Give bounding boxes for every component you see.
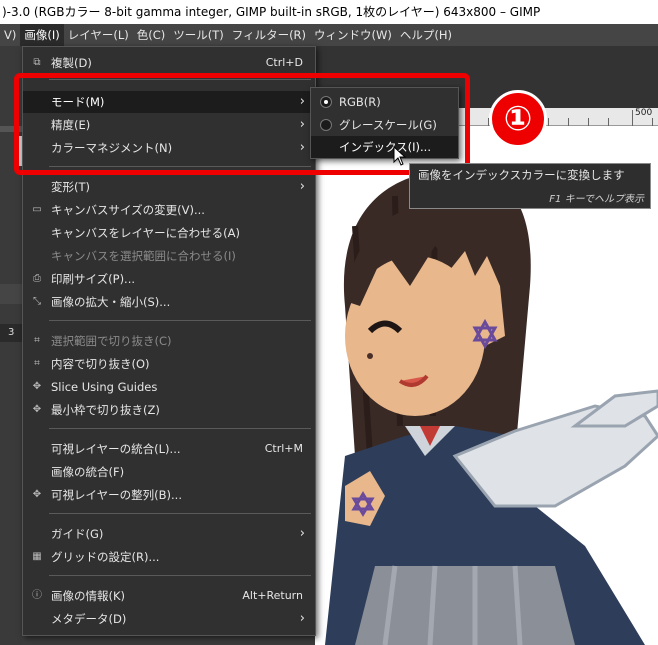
plugin-icon: ✥ (32, 404, 42, 415)
menu-item-flatten[interactable]: 画像の統合(F) (23, 461, 315, 483)
menu-item-label: 変形(T) (51, 180, 90, 194)
menu-item-label: グリッドの設定(R)... (51, 550, 160, 564)
menu-item-label: Slice Using Guides (51, 380, 158, 394)
canvas-size-icon: ▭ (32, 204, 42, 215)
menu-item-label: 複製(D) (51, 56, 92, 70)
scale-icon: ⤡ (33, 296, 41, 307)
menu-item-accel: Ctrl+D (265, 56, 303, 69)
menu-item-zealous-crop[interactable]: ✥ 最小枠で切り抜き(Z) (23, 399, 315, 421)
menu-tools[interactable]: ツール(T) (169, 24, 228, 46)
menu-item-fit-canvas-layers[interactable]: キャンバスをレイヤーに合わせる(A) (23, 222, 315, 244)
menu-colors[interactable]: 色(C) (133, 24, 170, 46)
mouse-cursor-icon (393, 146, 407, 166)
menu-bar: V) 画像(I) レイヤー(L) 色(C) ツール(T) フィルター(R) ウィ… (0, 24, 658, 46)
menu-item-merge-visible[interactable]: 可視レイヤーの統合(L)... Ctrl+M (23, 438, 315, 460)
menu-item-image-properties[interactable]: ⓘ 画像の情報(K) Alt+Return (23, 585, 315, 607)
menu-item-label: 画像の統合(F) (51, 465, 125, 479)
chevron-right-icon: › (299, 526, 305, 541)
menu-windows[interactable]: ウィンドウ(W) (310, 24, 396, 46)
menu-item-label: 印刷サイズ(P)... (51, 272, 136, 286)
menu-filters[interactable]: フィルター(R) (228, 24, 310, 46)
menu-item-accel: Alt+Return (242, 589, 303, 602)
menu-item-crop-to-selection: ⌗ 選択範囲で切り抜き(C) (23, 330, 315, 352)
menu-layer[interactable]: レイヤー(L) (64, 24, 133, 46)
step-number-badge: ① (489, 90, 547, 148)
printer-icon: ⎙ (33, 273, 41, 284)
menu-item-label: キャンバスをレイヤーに合わせる(A) (51, 226, 240, 240)
info-icon: ⓘ (32, 590, 42, 601)
menu-item-duplicate[interactable]: ⧉ 複製(D) Ctrl+D (23, 52, 315, 74)
dock-number-box[interactable]: 3 (0, 324, 22, 342)
menu-separator (49, 428, 311, 429)
menu-view-partial[interactable]: V) (0, 24, 20, 46)
menu-item-configure-grid[interactable]: ▦ グリッドの設定(R)... (23, 546, 315, 568)
window-title: )-3.0 (RGBカラー 8-bit gamma integer, GIMP … (0, 0, 658, 24)
plugin-icon: ✥ (32, 489, 42, 500)
menu-item-label: キャンバスサイズの変更(V)... (51, 203, 205, 217)
ruler-label: 500 (635, 108, 653, 118)
menu-separator (49, 320, 311, 321)
menu-item-label: 可視レイヤーの統合(L)... (51, 442, 181, 456)
menu-item-canvas-size[interactable]: ▭ キャンバスサイズの変更(V)... (23, 199, 315, 221)
menu-item-label: 画像の情報(K) (51, 589, 126, 603)
tooltip-help: F1 キーでヘルプ表示 (549, 194, 644, 205)
duplicate-icon: ⧉ (33, 57, 41, 68)
tooltip: 画像をインデックスカラーに変換します F1 キーでヘルプ表示 (409, 163, 651, 209)
menu-item-label: 可視レイヤーの整列(B)... (51, 488, 182, 502)
menu-item-transform[interactable]: 変形(T) › (23, 176, 315, 198)
crop-icon: ⌗ (34, 358, 40, 369)
menu-item-label: 画像の拡大・縮小(S)... (51, 295, 171, 309)
menu-separator (49, 513, 311, 514)
menu-item-label: 選択範囲で切り抜き(C) (51, 334, 172, 348)
menu-item-metadata[interactable]: メタデータ(D) › (23, 608, 315, 630)
chevron-right-icon: › (299, 179, 305, 194)
menu-item-guides[interactable]: ガイド(G) › (23, 523, 315, 545)
horizontal-ruler[interactable]: 500 (458, 108, 658, 126)
menu-item-crop-to-content[interactable]: ⌗ 内容で切り抜き(O) (23, 353, 315, 375)
menu-item-slice-using-guides[interactable]: ✥ Slice Using Guides (23, 376, 315, 398)
menu-help[interactable]: ヘルプ(H) (396, 24, 456, 46)
grid-icon: ▦ (32, 551, 42, 562)
menu-item-print-size[interactable]: ⎙ 印刷サイズ(P)... (23, 268, 315, 290)
tooltip-text: 画像をインデックスカラーに変換します (418, 168, 625, 182)
menu-item-scale-image[interactable]: ⤡ 画像の拡大・縮小(S)... (23, 291, 315, 313)
menu-item-label: 最小枠で切り抜き(Z) (51, 403, 160, 417)
dock-band (0, 284, 22, 304)
menu-item-label: メタデータ(D) (51, 612, 127, 626)
menu-item-label: 内容で切り抜き(O) (51, 357, 150, 371)
menu-item-accel: Ctrl+M (264, 442, 303, 455)
menu-separator (49, 575, 311, 576)
menu-image[interactable]: 画像(I) (20, 24, 64, 46)
plugin-icon: ✥ (32, 381, 42, 392)
menu-item-label: キャンバスを選択範囲に合わせる(I) (51, 249, 236, 263)
chevron-right-icon: › (299, 611, 305, 626)
menu-item-label: ガイド(G) (51, 527, 104, 541)
menu-item-align-visible[interactable]: ✥ 可視レイヤーの整列(B)... (23, 484, 315, 506)
menu-item-fit-canvas-selection: キャンバスを選択範囲に合わせる(I) (23, 245, 315, 267)
crop-icon: ⌗ (34, 335, 40, 346)
